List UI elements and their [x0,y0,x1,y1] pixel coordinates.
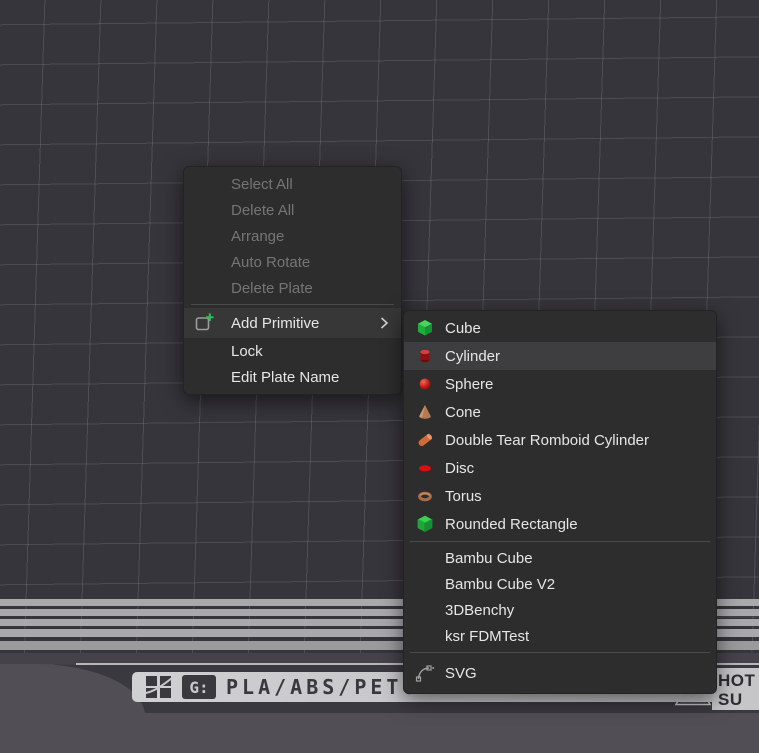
submenu-item-label: Bambu Cube V2 [445,576,555,593]
hot-surface-line2: SU [718,690,759,709]
submenu-separator [410,541,710,542]
menu-item-lock[interactable]: Lock [184,338,401,364]
menu-item-label: Add Primitive [231,315,319,332]
submenu-item-label: Cylinder [445,348,500,365]
romboid-cylinder-icon [415,430,435,450]
rounded-rectangle-icon [415,514,435,534]
menu-item-delete-all: Delete All [184,197,401,223]
submenu-item-label: Double Tear Romboid Cylinder [445,432,649,449]
submenu-item-disc[interactable]: Disc [404,454,716,482]
submenu-separator [410,652,710,653]
submenu-item-cone[interactable]: Cone [404,398,716,426]
cylinder-icon [415,346,435,366]
hot-surface-line1: HOT [718,671,759,690]
sphere-icon [415,374,435,394]
menu-item-label: Delete All [231,202,294,219]
plate-surface-label: PLA/ABS/PETG [226,675,419,699]
menu-item-label: Edit Plate Name [231,369,339,386]
menu-item-auto-rotate: Auto Rotate [184,249,401,275]
submenu-item-label: SVG [445,665,477,682]
menu-item-label: Auto Rotate [231,254,310,271]
submenu-item-label: ksr FDMTest [445,628,529,645]
cone-icon [415,402,435,422]
submenu-item-double-tear-romboid-cylinder[interactable]: Double Tear Romboid Cylinder [404,426,716,454]
slicer-3d-viewport: G: PLA/ABS/PETG HOT SU Select All Delete… [0,0,759,753]
submenu-item-label: 3DBenchy [445,602,514,619]
submenu-item-cylinder[interactable]: Cylinder [404,342,716,370]
menu-item-label: Lock [231,343,263,360]
plate-apron [0,713,759,753]
menu-item-label: Arrange [231,228,284,245]
add-primitive-submenu: Cube Cylinder [403,310,717,694]
plate-g-logo-text: G: [189,678,208,697]
submenu-item-bambu-cube-v2[interactable]: Bambu Cube V2 [404,571,716,597]
menu-item-select-all: Select All [184,171,401,197]
chevron-right-icon [376,315,392,331]
disc-icon [415,458,435,478]
submenu-item-rounded-rectangle[interactable]: Rounded Rectangle [404,510,716,538]
submenu-item-cube[interactable]: Cube [404,314,716,342]
submenu-item-3dbenchy[interactable]: 3DBenchy [404,597,716,623]
submenu-item-torus[interactable]: Torus [404,482,716,510]
submenu-item-bambu-cube[interactable]: Bambu Cube [404,545,716,571]
submenu-item-label: Rounded Rectangle [445,516,578,533]
menu-item-label: Select All [231,176,293,193]
hot-surface-warning-label: HOT SU [712,668,759,710]
submenu-item-label: Sphere [445,376,493,393]
cube-icon [415,318,435,338]
menu-item-add-primitive[interactable]: Add Primitive [184,308,401,338]
menu-item-label: Delete Plate [231,280,313,297]
submenu-item-label: Torus [445,488,482,505]
submenu-item-label: Cone [445,404,481,421]
submenu-item-label: Disc [445,460,474,477]
plate-brand-logo-icon [146,675,172,699]
menu-item-arrange: Arrange [184,223,401,249]
submenu-item-label: Bambu Cube [445,550,533,567]
menu-item-edit-plate-name[interactable]: Edit Plate Name [184,364,401,390]
submenu-item-ksr-fdmtest[interactable]: ksr FDMTest [404,623,716,649]
plate-context-menu: Select All Delete All Arrange Auto Rotat… [183,166,402,395]
add-primitive-icon [194,313,214,333]
svg-bezier-icon [415,663,435,683]
menu-item-delete-plate: Delete Plate [184,275,401,301]
submenu-item-sphere[interactable]: Sphere [404,370,716,398]
torus-icon [415,486,435,506]
plate-g-logo: G: [182,675,216,699]
menu-separator [191,304,394,305]
submenu-item-svg[interactable]: SVG [404,656,716,690]
submenu-item-label: Cube [445,320,481,337]
